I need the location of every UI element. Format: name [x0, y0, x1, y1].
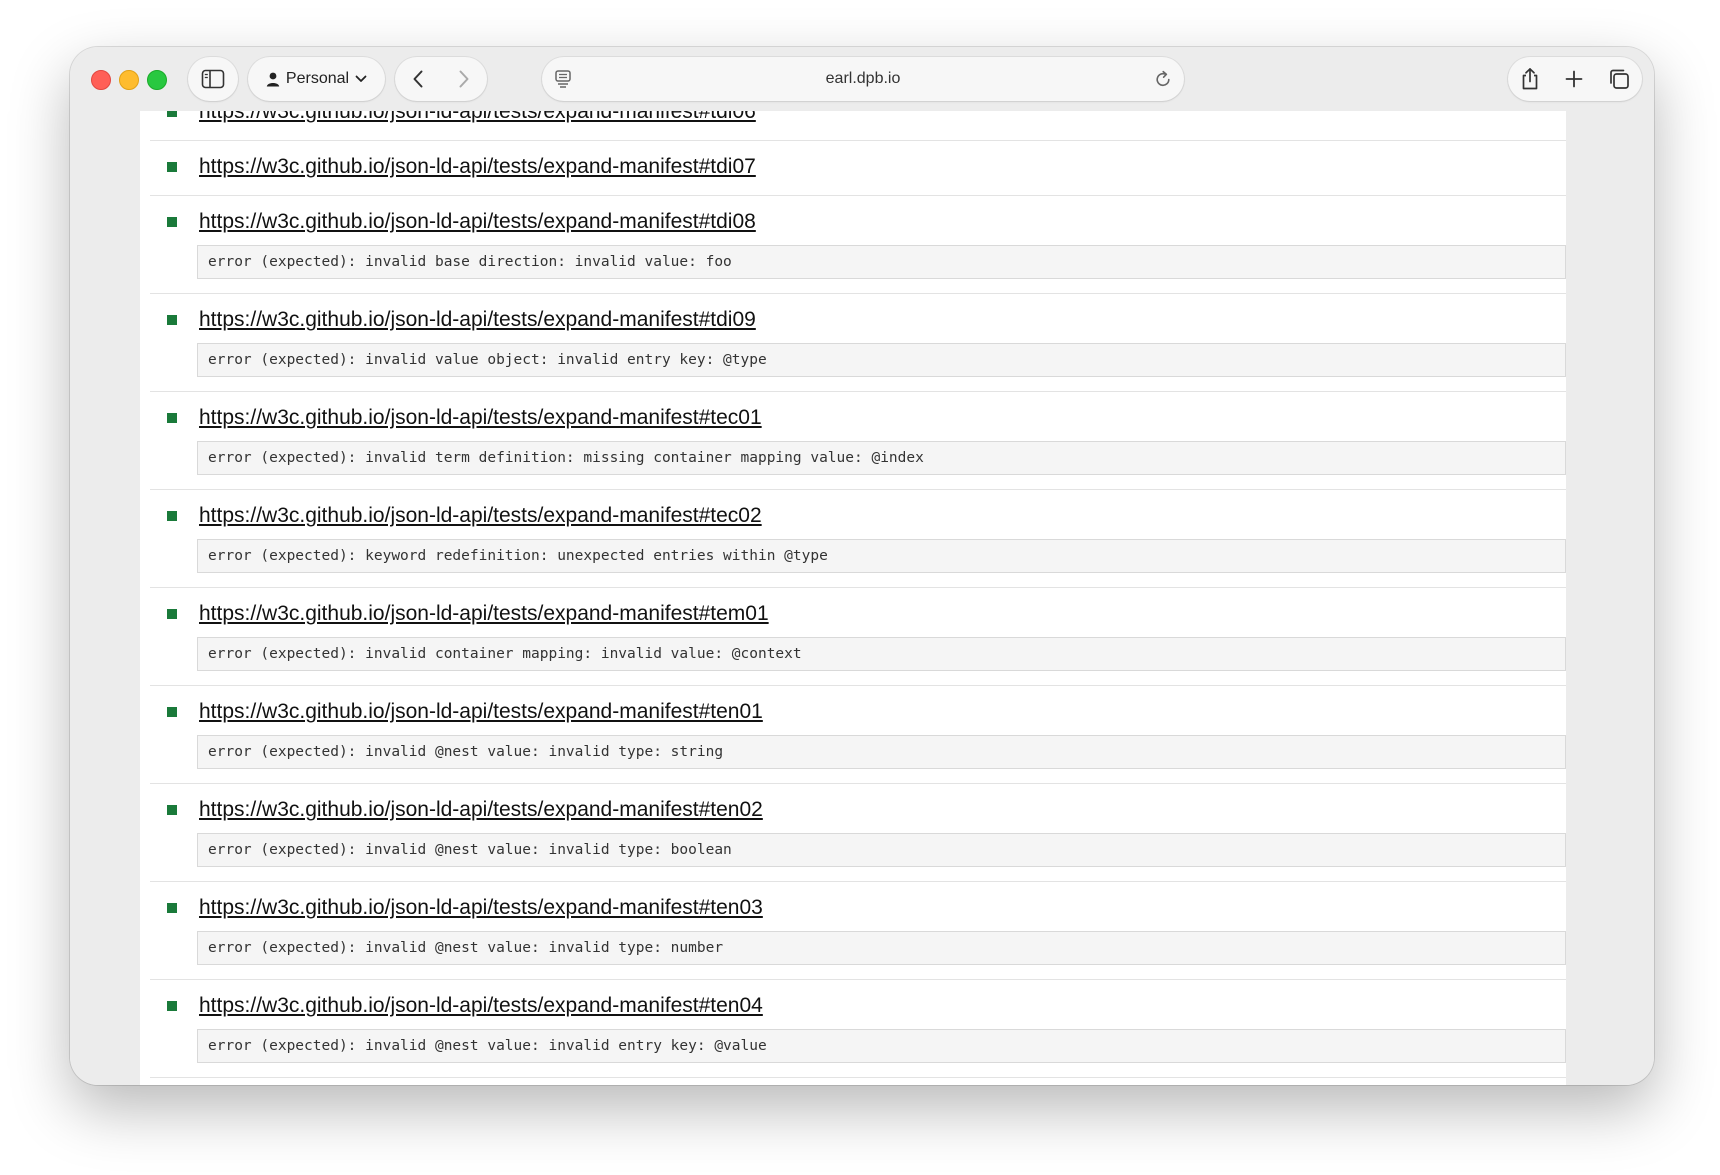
error-message: error (expected): invalid @nest value: i…	[197, 735, 1566, 769]
list-item: https://w3c.github.io/json-ld-api/tests/…	[150, 111, 1566, 141]
sidebar-toggle-button[interactable]	[188, 57, 238, 101]
new-tab-button[interactable]	[1564, 69, 1584, 89]
error-message: error (expected): invalid base direction…	[197, 245, 1566, 279]
list-item: https://w3c.github.io/json-ld-api/tests/…	[150, 882, 1566, 980]
test-result-list: https://w3c.github.io/json-ld-api/tests/…	[150, 111, 1566, 1078]
list-item: https://w3c.github.io/json-ld-api/tests/…	[150, 980, 1566, 1078]
forward-button[interactable]	[457, 69, 471, 89]
square-bullet-icon	[167, 707, 177, 717]
error-message: error (expected): invalid @nest value: i…	[197, 931, 1566, 965]
square-bullet-icon	[167, 111, 177, 117]
error-message: error (expected): invalid @nest value: i…	[197, 1029, 1566, 1063]
address-text: earl.dpb.io	[825, 70, 901, 87]
share-icon	[1520, 67, 1540, 91]
tab-overview-button[interactable]	[1608, 68, 1630, 90]
list-item: https://w3c.github.io/json-ld-api/tests/…	[150, 588, 1566, 686]
square-bullet-icon	[167, 511, 177, 521]
profile-label: Personal	[285, 70, 350, 87]
chevron-down-icon	[355, 75, 367, 83]
list-item-header: https://w3c.github.io/json-ld-api/tests/…	[150, 153, 1566, 181]
test-link[interactable]: https://w3c.github.io/json-ld-api/tests/…	[199, 210, 756, 234]
share-button[interactable]	[1520, 67, 1540, 91]
square-bullet-icon	[167, 315, 177, 325]
list-item: https://w3c.github.io/json-ld-api/tests/…	[150, 784, 1566, 882]
square-bullet-icon	[167, 609, 177, 619]
list-item-header: https://w3c.github.io/json-ld-api/tests/…	[150, 404, 1566, 432]
list-item: https://w3c.github.io/json-ld-api/tests/…	[150, 490, 1566, 588]
person-icon	[266, 72, 280, 87]
back-button[interactable]	[411, 69, 425, 89]
test-link[interactable]: https://w3c.github.io/json-ld-api/tests/…	[199, 111, 756, 124]
plus-icon	[1564, 69, 1584, 89]
list-item-header: https://w3c.github.io/json-ld-api/tests/…	[150, 208, 1566, 236]
list-item: https://w3c.github.io/json-ld-api/tests/…	[150, 686, 1566, 784]
list-item: https://w3c.github.io/json-ld-api/tests/…	[150, 141, 1566, 196]
browser-window: Personal earl.dpb.io https://w3c.github.…	[70, 47, 1654, 1085]
page-content: https://w3c.github.io/json-ld-api/tests/…	[140, 111, 1566, 1085]
page-left-margin	[70, 111, 140, 1085]
sidebar-icon	[201, 69, 225, 89]
chevron-left-icon	[411, 69, 425, 89]
zoom-window-button[interactable]	[147, 70, 167, 90]
list-item-header: https://w3c.github.io/json-ld-api/tests/…	[150, 796, 1566, 824]
test-link[interactable]: https://w3c.github.io/json-ld-api/tests/…	[199, 896, 763, 920]
list-item-header: https://w3c.github.io/json-ld-api/tests/…	[150, 306, 1566, 334]
square-bullet-icon	[167, 1001, 177, 1011]
square-bullet-icon	[167, 805, 177, 815]
list-item-header: https://w3c.github.io/json-ld-api/tests/…	[150, 600, 1566, 628]
list-item-header: https://w3c.github.io/json-ld-api/tests/…	[150, 992, 1566, 1020]
test-link[interactable]: https://w3c.github.io/json-ld-api/tests/…	[199, 994, 763, 1018]
list-item: https://w3c.github.io/json-ld-api/tests/…	[150, 392, 1566, 490]
navigation-controls	[395, 57, 487, 101]
list-item: https://w3c.github.io/json-ld-api/tests/…	[150, 294, 1566, 392]
address-bar[interactable]: earl.dpb.io	[542, 57, 1184, 101]
error-message: error (expected): invalid @nest value: i…	[197, 833, 1566, 867]
chevron-right-icon	[457, 69, 471, 89]
test-link[interactable]: https://w3c.github.io/json-ld-api/tests/…	[199, 155, 756, 179]
square-bullet-icon	[167, 217, 177, 227]
minimize-window-button[interactable]	[119, 70, 139, 90]
test-link[interactable]: https://w3c.github.io/json-ld-api/tests/…	[199, 504, 762, 528]
list-item-header: https://w3c.github.io/json-ld-api/tests/…	[150, 698, 1566, 726]
list-item-header: https://w3c.github.io/json-ld-api/tests/…	[150, 502, 1566, 530]
title-bar: Personal earl.dpb.io	[70, 47, 1654, 111]
error-message: error (expected): invalid value object: …	[197, 343, 1566, 377]
list-item: https://w3c.github.io/json-ld-api/tests/…	[150, 196, 1566, 294]
square-bullet-icon	[167, 162, 177, 172]
error-message: error (expected): keyword redefinition: …	[197, 539, 1566, 573]
reload-button[interactable]	[1154, 69, 1172, 89]
test-link[interactable]: https://w3c.github.io/json-ld-api/tests/…	[199, 406, 762, 430]
test-link[interactable]: https://w3c.github.io/json-ld-api/tests/…	[199, 602, 769, 626]
profile-menu-button[interactable]: Personal	[248, 57, 385, 101]
error-message: error (expected): invalid term definitio…	[197, 441, 1566, 475]
list-item-header: https://w3c.github.io/json-ld-api/tests/…	[150, 894, 1566, 922]
list-item-header: https://w3c.github.io/json-ld-api/tests/…	[150, 111, 1566, 126]
toolbar-actions	[1508, 57, 1642, 101]
reload-icon	[1154, 69, 1172, 89]
tabs-overview-icon	[1608, 68, 1630, 90]
square-bullet-icon	[167, 413, 177, 423]
close-window-button[interactable]	[91, 70, 111, 90]
test-link[interactable]: https://w3c.github.io/json-ld-api/tests/…	[199, 308, 756, 332]
error-message: error (expected): invalid container mapp…	[197, 637, 1566, 671]
page-menu-icon[interactable]	[554, 69, 572, 89]
square-bullet-icon	[167, 903, 177, 913]
page-right-margin	[1566, 111, 1654, 1085]
test-link[interactable]: https://w3c.github.io/json-ld-api/tests/…	[199, 700, 763, 724]
test-link[interactable]: https://w3c.github.io/json-ld-api/tests/…	[199, 798, 763, 822]
